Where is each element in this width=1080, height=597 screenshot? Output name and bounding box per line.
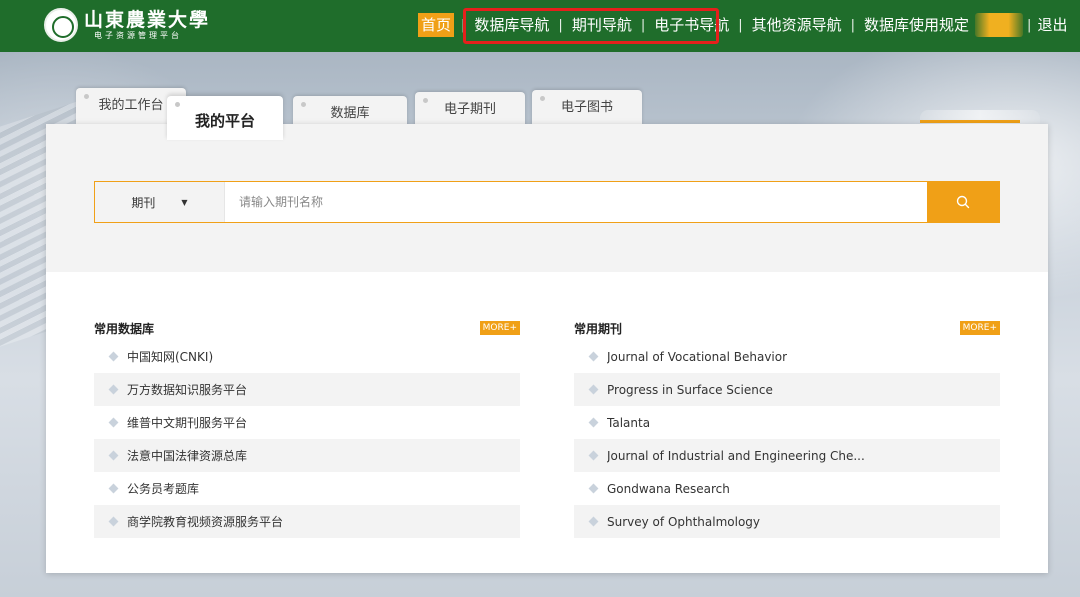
list-item[interactable]: 法意中国法律资源总库 [94, 439, 520, 472]
list-item[interactable]: 公务员考题库 [94, 472, 520, 505]
list-item[interactable]: 中国知网(CNKI) [94, 340, 520, 373]
nav-logout[interactable]: 退出 [1035, 13, 1069, 37]
more-button[interactable]: MORE+ [479, 321, 520, 335]
list-item-label: Talanta [607, 415, 651, 430]
list-item[interactable]: 商学院教育视频资源服务平台 [94, 505, 520, 538]
bullet-icon [588, 516, 599, 527]
bullet-icon [108, 483, 119, 494]
bullet-icon [108, 351, 119, 362]
section-title: 常用期刊 [574, 321, 623, 336]
bullet-icon [588, 483, 599, 494]
list-item[interactable]: Survey of Ophthalmology [574, 505, 1000, 538]
list-item-label: 中国知网(CNKI) [127, 350, 214, 364]
section-title: 常用数据库 [94, 321, 155, 336]
nav-separator: | [850, 17, 856, 33]
list-item[interactable]: 万方数据知识服务平台 [94, 373, 520, 406]
list-item[interactable]: Talanta [574, 406, 1000, 439]
section-header: 常用数据库 MORE+ [94, 320, 520, 336]
list-item[interactable]: Journal of Industrial and Engineering Ch… [574, 439, 1000, 472]
top-nav: 首页 | 数据库导航 | 期刊导航 | 电子书导航 | 其他资源导航 | 数据库… [418, 13, 1069, 37]
bullet-icon [108, 516, 119, 527]
bullet-icon [588, 351, 599, 362]
main-panel: 期刊 ▼ 常用数据库 MORE+ 中国知网(CNKI) 万方数据知识服务平台 维… [46, 124, 1048, 573]
chevron-down-icon: ▼ [181, 197, 188, 207]
list-item-label: 商学院教育视频资源服务平台 [127, 515, 284, 529]
nav-home[interactable]: 首页 [418, 13, 455, 37]
bullet-icon [108, 384, 119, 395]
logo-subtitle: 电子资源管理平台 [94, 31, 182, 40]
list-item-label: 法意中国法律资源总库 [127, 449, 248, 463]
search-button[interactable] [927, 182, 999, 222]
list-item-label: Journal of Industrial and Engineering Ch… [607, 448, 865, 463]
search-type-select[interactable]: 期刊 ▼ [95, 182, 225, 222]
university-logo[interactable]: 山東農業大學 电子资源管理平台 [44, 8, 210, 42]
list-item-label: Progress in Surface Science [607, 382, 773, 397]
list-item-label: 公务员考题库 [127, 482, 200, 496]
logo-name: 山東農業大學 [84, 9, 211, 31]
top-header: 山東農業大學 电子资源管理平台 首页 | 数据库导航 | 期刊导航 | 电子书导… [0, 0, 1080, 52]
list-item-label: 万方数据知识服务平台 [127, 383, 248, 397]
nav-database-rules[interactable]: 数据库使用规定 [862, 13, 971, 37]
nav-separator: | [1027, 17, 1032, 33]
list-item[interactable]: Journal of Vocational Behavior [574, 340, 1000, 373]
list-item-label: Gondwana Research [607, 481, 730, 496]
search-type-label: 期刊 [131, 195, 156, 210]
search-input[interactable] [225, 182, 927, 222]
search-icon [956, 195, 970, 209]
bullet-icon [588, 450, 599, 461]
tab-accent-line [920, 120, 1020, 123]
nav-separator: | [558, 17, 563, 33]
user-avatar[interactable] [975, 13, 1024, 37]
logo-text: 山東農業大學 电子资源管理平台 [84, 9, 210, 41]
more-button[interactable]: MORE+ [959, 321, 1000, 335]
bullet-icon [108, 450, 119, 461]
nav-separator: | [461, 17, 466, 33]
bullet-icon [108, 417, 119, 428]
tab-my-platform[interactable]: 我的平台 [167, 96, 283, 140]
tab-ejournal[interactable]: 电子期刊 [415, 92, 525, 128]
nav-other-resources[interactable]: 其他资源导航 [750, 13, 844, 37]
common-journals-section: 常用期刊 MORE+ Journal of Vocational Behavio… [574, 320, 1000, 538]
nav-ebook-navigation[interactable]: 电子书导航 [652, 13, 731, 37]
list-item[interactable]: Progress in Surface Science [574, 373, 1000, 406]
list-item[interactable]: 维普中文期刊服务平台 [94, 406, 520, 439]
list-item-label: Survey of Ophthalmology [607, 514, 761, 529]
common-databases-section: 常用数据库 MORE+ 中国知网(CNKI) 万方数据知识服务平台 维普中文期刊… [94, 320, 520, 538]
search-bar: 期刊 ▼ [94, 181, 1000, 223]
list-item-label: 维普中文期刊服务平台 [127, 416, 248, 430]
bullet-icon [588, 384, 599, 395]
nav-separator: | [738, 17, 743, 33]
tab-ebook[interactable]: 电子图书 [532, 90, 642, 126]
section-header: 常用期刊 MORE+ [574, 320, 1000, 336]
bullet-icon [588, 417, 599, 428]
nav-journal-navigation[interactable]: 期刊导航 [570, 13, 634, 37]
university-emblem-icon [44, 8, 78, 42]
list-item[interactable]: Gondwana Research [574, 472, 1000, 505]
nav-database-navigation[interactable]: 数据库导航 [472, 13, 551, 37]
list-item-label: Journal of Vocational Behavior [607, 349, 788, 364]
nav-separator: | [640, 17, 646, 33]
